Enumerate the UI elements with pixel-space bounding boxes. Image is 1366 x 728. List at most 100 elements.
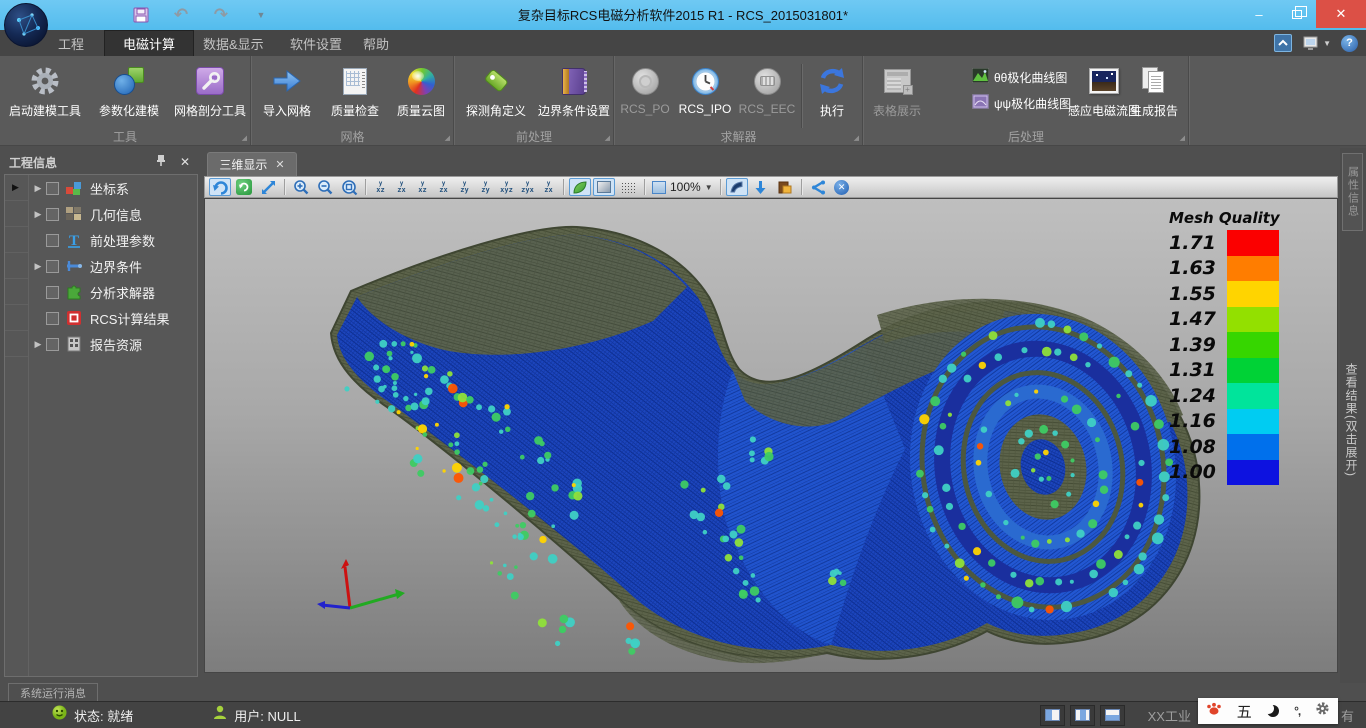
psi-polarization-plot-button[interactable]: ψψ极化曲线图 [972, 94, 1071, 112]
quality-check-button[interactable]: 质量检查 [324, 58, 386, 126]
launch-modeler-button[interactable]: 启动建模工具 [4, 58, 86, 126]
system-messages-tab[interactable]: 系统运行消息 [8, 683, 98, 701]
close-button[interactable]: ✕ [1316, 0, 1366, 28]
tree-checkbox[interactable] [46, 286, 59, 299]
export-down-button[interactable] [750, 178, 772, 196]
collapse-ribbon-button[interactable] [1274, 34, 1292, 52]
zoom-fit-button[interactable] [338, 178, 360, 196]
group-dialog-launcher-icon[interactable]: ◢ [445, 135, 450, 142]
expand-arrow-icon[interactable]: ▶ [30, 183, 46, 194]
tab-data-display[interactable]: 数据&显示 [185, 30, 282, 56]
axis-view-button[interactable]: yzy [454, 181, 475, 194]
group-dialog-launcher-icon[interactable]: ◢ [1180, 135, 1185, 142]
tree-item[interactable]: ▶ 边界条件 [30, 253, 197, 279]
scale-view-button[interactable] [257, 178, 279, 196]
rotate-view-button[interactable] [209, 178, 231, 196]
axis-view-button[interactable]: yzx [433, 181, 454, 194]
table-display-button[interactable]: + 表格展示 [866, 58, 928, 126]
theta-polarization-plot-button[interactable]: θθ极化曲线图 [972, 68, 1071, 86]
tab-project[interactable]: 工程 [40, 30, 102, 56]
share-view-button[interactable] [807, 178, 829, 196]
wireframe-grid-button[interactable] [617, 178, 639, 196]
import-mesh-button[interactable]: 导入网格 [256, 58, 318, 126]
minimize-button[interactable]: – [1240, 0, 1278, 28]
ime-toolbar[interactable]: 五 °, [1198, 698, 1338, 724]
probe-angle-button[interactable]: 探测角定义 [458, 58, 534, 126]
ime-paw-icon[interactable] [1206, 701, 1222, 721]
ime-mode-label[interactable]: 五 [1237, 701, 1252, 722]
import-arrow-icon [272, 62, 302, 100]
axis-view-button[interactable]: yzy [475, 181, 496, 194]
tree-checkbox[interactable] [46, 260, 59, 273]
quality-cloud-button[interactable]: 质量云图 [390, 58, 452, 126]
group-dialog-launcher-icon[interactable]: ◢ [242, 135, 247, 142]
ime-settings-gear-icon[interactable] [1315, 701, 1330, 721]
tree-item[interactable]: T 前处理参数 [30, 227, 197, 253]
layout-center-panel-button[interactable] [1070, 705, 1095, 726]
tree-checkbox[interactable] [46, 338, 59, 351]
expand-arrow-icon[interactable]: ▶ [30, 209, 46, 220]
shaded-view-button[interactable] [593, 178, 615, 196]
zoom-dropdown-icon[interactable]: ▼ [705, 183, 713, 192]
group-dialog-launcher-icon[interactable]: ◢ [605, 135, 610, 142]
ribbon-group-label: 前处理 [455, 128, 613, 144]
tree-checkbox[interactable] [46, 234, 59, 247]
axis-view-button[interactable]: yzyx [517, 181, 538, 194]
tab-em-compute[interactable]: 电磁计算 [104, 30, 194, 56]
tree-checkbox[interactable] [46, 208, 59, 221]
axis-view-button[interactable]: yxz [412, 181, 433, 194]
parametric-modeling-button[interactable]: 参数化建模 [90, 58, 168, 126]
tree-row-indicator [5, 279, 28, 305]
tree-checkbox[interactable] [46, 182, 59, 195]
help-button[interactable]: ? [1341, 35, 1358, 52]
legend-row: 1.47 [1169, 307, 1301, 333]
legend-title: Mesh Quality [1169, 209, 1301, 227]
gear-icon [29, 62, 61, 100]
axis-view-button[interactable]: yxyz [496, 181, 517, 194]
tree-item[interactable]: RCS计算结果 [30, 305, 197, 331]
display-mode-button[interactable]: ▼ [1302, 35, 1331, 52]
boundary-condition-button[interactable]: 边界条件设置 [535, 58, 613, 126]
group-dialog-launcher-icon[interactable]: ◢ [854, 135, 859, 142]
tab-help[interactable]: 帮助 [345, 30, 407, 56]
tree-item[interactable]: ▶ 几何信息 [30, 201, 197, 227]
section-view-button[interactable] [726, 178, 748, 196]
ime-punctuation-icon[interactable]: °, [1294, 704, 1300, 718]
smooth-render-button[interactable] [569, 178, 591, 196]
tab-3d-view[interactable]: 三维显示 ✕ [207, 152, 297, 176]
pin-icon[interactable] [156, 153, 166, 171]
refresh-view-button[interactable] [233, 178, 255, 196]
execute-button[interactable]: 执行 [805, 58, 859, 126]
layout-bottom-panel-button[interactable] [1100, 705, 1125, 726]
zoom-in-button[interactable] [290, 178, 312, 196]
axis-view-button[interactable]: yzx [391, 181, 412, 194]
expand-arrow-icon[interactable]: ▶ [30, 339, 46, 350]
mesh-partition-tool-button[interactable]: 网格剖分工具 [170, 58, 250, 126]
layout-left-panel-button[interactable] [1040, 705, 1065, 726]
tree-item[interactable]: ▶ 坐标系 [30, 175, 197, 201]
zoom-out-button[interactable] [314, 178, 336, 196]
rcs-eec-button[interactable]: RCS_EEC [737, 58, 797, 126]
rcs-po-button[interactable]: RCS_PO [617, 58, 673, 126]
zoom-level-combo[interactable]: 100% ▼ [652, 180, 713, 194]
zoom-level-value: 100% [670, 180, 701, 194]
view-results-tab[interactable]: 查看结果(双击展开) [1343, 363, 1360, 477]
copy-view-button[interactable] [774, 178, 796, 196]
generate-report-button[interactable]: 生成报告 [1122, 58, 1186, 126]
tree-item[interactable]: 分析求解器 [30, 279, 197, 305]
cancel-button[interactable]: ✕ [831, 178, 853, 196]
axis-view-button[interactable]: yxz [370, 181, 391, 194]
tab-close-icon[interactable]: ✕ [275, 158, 284, 171]
3d-canvas[interactable]: Mesh Quality 1.711.631.551.471.391.311.2… [204, 198, 1338, 673]
tree-checkbox[interactable] [46, 312, 59, 325]
tree-item[interactable]: ▶ 报告资源 [30, 331, 197, 357]
ime-moon-icon[interactable] [1267, 705, 1279, 717]
rcs-ipo-button[interactable]: RCS_IPO [675, 58, 735, 126]
axis-view-button[interactable]: yzx [538, 181, 559, 194]
panel-close-icon[interactable]: ✕ [180, 155, 190, 169]
expand-arrow-icon[interactable]: ▶ [30, 261, 46, 272]
legend-swatch [1227, 256, 1279, 282]
restore-button[interactable] [1278, 0, 1316, 28]
legend-swatch [1227, 409, 1279, 435]
attributes-panel-tab[interactable]: 属性信息 [1342, 153, 1363, 231]
